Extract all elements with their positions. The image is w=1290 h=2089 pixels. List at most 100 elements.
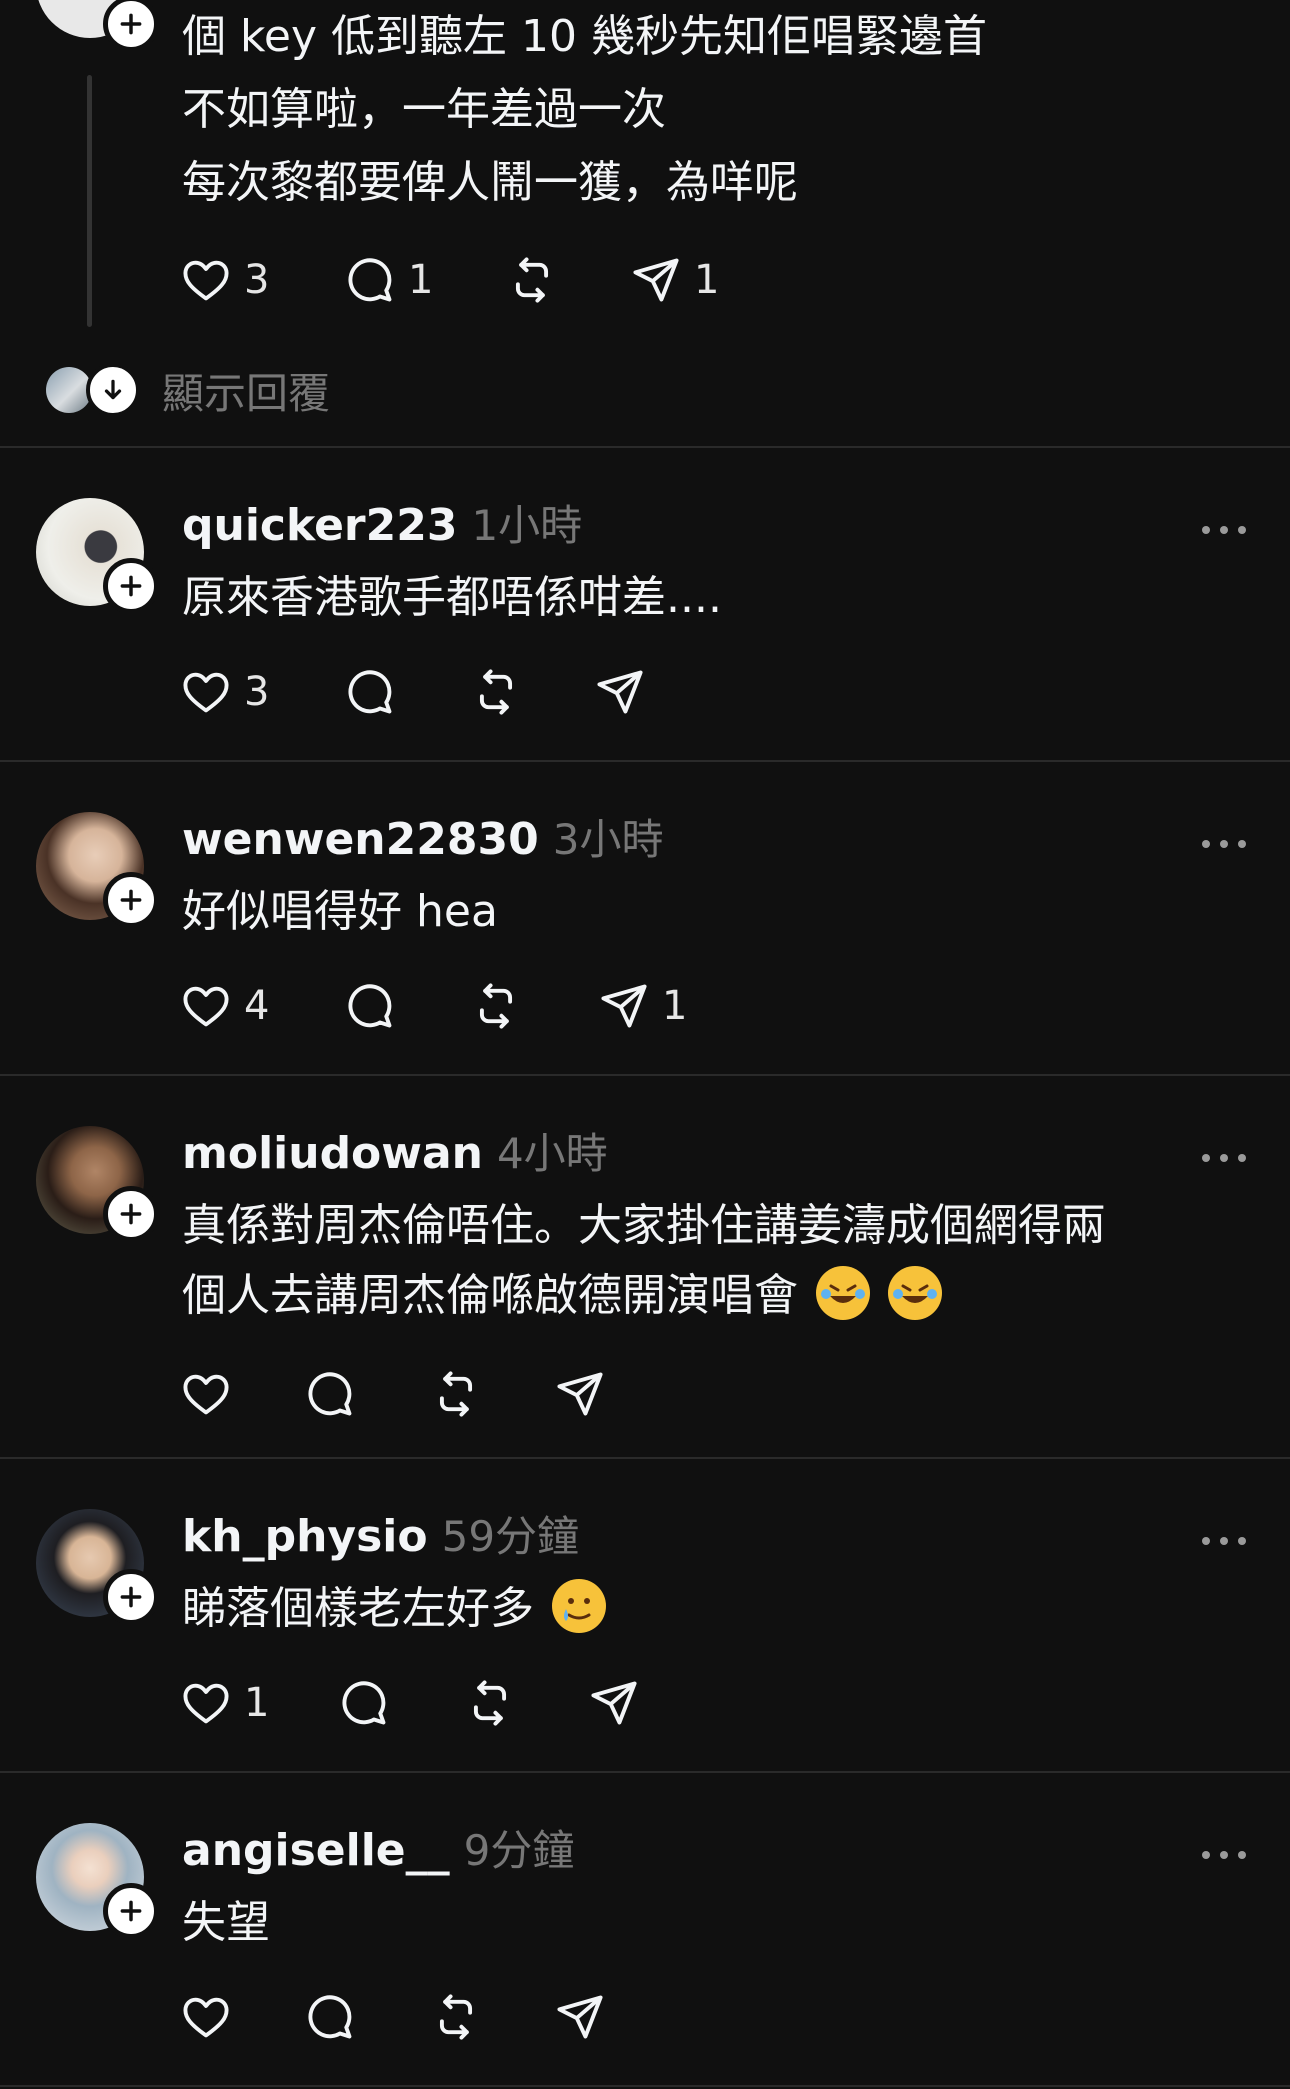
share-button[interactable]: 1 [598,978,687,1034]
post-text-line: 不如算啦，一年差過一次 [182,84,666,135]
comment-text-line: 個人去講周杰倫喺啟德開演唱會 [182,1261,942,1331]
repost-button[interactable] [464,1675,516,1731]
like-button[interactable]: 1 [180,1675,269,1731]
comment: quicker223 1小時 原來香港歌手都唔係咁差.... 3 [0,448,1290,760]
plus-icon [118,1201,144,1227]
heart-icon [180,254,232,306]
comment-text: 失望 [182,1897,270,1948]
follow-button[interactable] [103,0,159,52]
share-count: 1 [694,257,720,303]
reply-button[interactable] [338,1675,390,1731]
more-icon[interactable] [1202,1533,1246,1549]
post-text-line: 每次黎都要俾人鬧一獲，為咩呢 [182,157,798,208]
comment-text: 原來香港歌手都唔係咁差.... [182,572,722,623]
username[interactable]: moliudowan [182,1128,483,1179]
like-button[interactable]: 4 [180,978,269,1034]
repost-icon [430,1368,482,1420]
share-button[interactable] [588,1675,640,1731]
comment-icon [304,1991,356,2043]
show-replies-button[interactable]: 顯示回覆 [46,362,330,418]
timestamp: 3小時 [552,815,664,864]
like-button[interactable]: 3 [180,252,269,308]
send-icon [554,1991,606,2043]
like-button[interactable] [180,1989,232,2045]
like-button[interactable] [180,1366,232,1422]
timestamp: 9分鐘 [463,1826,575,1875]
heart-icon [180,1991,232,2043]
repost-button[interactable] [506,252,558,308]
send-icon [598,980,650,1032]
follow-button[interactable] [103,872,159,928]
repost-icon [470,666,522,718]
repost-icon [464,1677,516,1729]
share-count: 1 [662,983,688,1029]
heart-icon [180,666,232,718]
more-icon[interactable] [1202,1847,1246,1863]
heart-icon [180,980,232,1032]
username[interactable]: angiselle__ [182,1825,450,1876]
divider [0,2085,1290,2087]
repost-button[interactable] [430,1366,482,1422]
reply-button[interactable]: 1 [344,252,433,308]
rolling-on-floor-laughing-emoji [888,1266,942,1320]
timestamp: 1小時 [471,501,583,550]
comment-text-line: 真係對周杰倫唔住。大家掛住講姜濤成個網得兩 [182,1200,1106,1251]
repost-icon [470,980,522,1032]
share-button[interactable] [554,1989,606,2045]
comment-header: moliudowan 4小時 [182,1120,608,1180]
follow-button[interactable] [103,1883,159,1939]
username[interactable]: wenwen22830 [182,814,539,865]
thread-line [87,75,92,327]
comment-icon [344,980,396,1032]
repost-icon [506,254,558,306]
heart-icon [180,1677,232,1729]
repost-button[interactable] [470,664,522,720]
reply-count: 1 [408,257,434,303]
reply-button[interactable] [344,978,396,1034]
timestamp: 59分鐘 [441,1512,580,1561]
like-button[interactable]: 3 [180,664,269,720]
comment-text: 睇落個樣老左好多 [182,1583,534,1634]
heart-icon [180,1368,232,1420]
send-icon [594,666,646,718]
share-button[interactable] [554,1366,606,1422]
share-button[interactable]: 1 [630,252,719,308]
share-button[interactable] [594,664,646,720]
follow-button[interactable] [103,1569,159,1625]
smiling-face-with-tear-emoji [552,1579,606,1633]
timestamp: 4小時 [496,1129,608,1178]
plus-icon [118,1584,144,1610]
post-text-line: 個 key 低到聽左 10 幾秒先知佢唱緊邊首 [182,11,987,62]
repost-icon [430,1991,482,2043]
comment: kh_physio 59分鐘 睇落個樣老左好多 1 [0,1459,1290,1771]
like-count: 1 [244,1680,270,1726]
like-count: 3 [244,669,270,715]
comment-icon [344,666,396,718]
send-icon [630,254,682,306]
comment-icon [304,1368,356,1420]
repost-button[interactable] [470,978,522,1034]
more-icon[interactable] [1202,1150,1246,1166]
comment-icon [338,1677,390,1729]
comment-header: quicker223 1小時 [182,492,582,552]
comment: angiselle__ 9分鐘 失望 [0,1773,1290,2085]
plus-icon [118,887,144,913]
plus-icon [118,573,144,599]
reply-button[interactable] [304,1366,356,1422]
comment-header: wenwen22830 3小時 [182,806,663,866]
plus-icon [118,1898,144,1924]
reply-button[interactable] [304,1989,356,2045]
repost-button[interactable] [430,1989,482,2045]
reply-button[interactable] [344,664,396,720]
comment: wenwen22830 3小時 好似唱得好 hea 4 1 [0,762,1290,1074]
comment-text: 好似唱得好 hea [182,886,498,937]
username[interactable]: kh_physio [182,1511,428,1562]
more-icon[interactable] [1202,836,1246,852]
comment-header: angiselle__ 9分鐘 [182,1817,574,1877]
username[interactable]: quicker223 [182,500,457,551]
comment: moliudowan 4小時 真係對周杰倫唔住。大家掛住講姜濤成個網得兩 個人去… [0,1076,1290,1458]
like-count: 4 [244,983,270,1029]
follow-button[interactable] [103,1186,159,1242]
more-icon[interactable] [1202,522,1246,538]
follow-button[interactable] [103,558,159,614]
